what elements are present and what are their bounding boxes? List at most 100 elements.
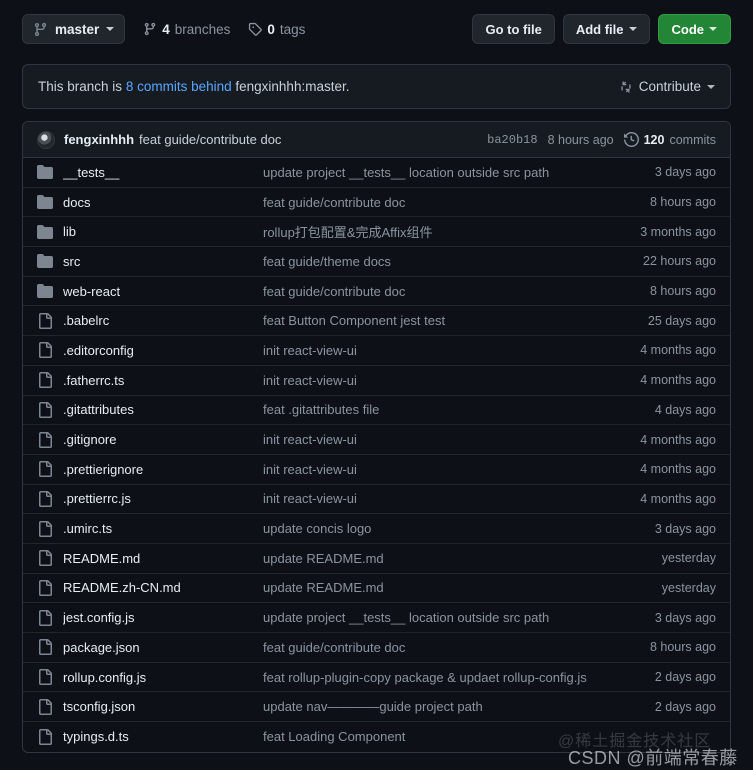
branch-selector-button[interactable]: master (22, 14, 126, 44)
latest-commit-header: fengxinhhh feat guide/contribute doc ba2… (23, 122, 730, 158)
file-name[interactable]: .prettierignore (63, 462, 263, 477)
file-icon (39, 579, 52, 596)
repo-toolbar: master 4 branches 0 tags Go to file Add … (0, 0, 753, 58)
go-to-file-button[interactable]: Go to file (472, 14, 555, 44)
code-button[interactable]: Code (657, 14, 731, 44)
table-row[interactable]: typings.d.ts feat Loading Component (23, 722, 730, 752)
table-row[interactable]: lib rollup打包配置&完成Affix组件 3 months ago (23, 217, 730, 248)
commit-message[interactable]: feat guide/contribute doc (263, 284, 650, 299)
folder-icon (37, 224, 53, 239)
toolbar-actions: Go to file Add file Code (472, 14, 731, 44)
branch-icon (145, 22, 156, 36)
file-name[interactable]: .editorconfig (63, 343, 263, 358)
file-name[interactable]: README.md (63, 551, 263, 566)
file-name[interactable]: rollup.config.js (63, 670, 263, 685)
commit-message[interactable]: feat Button Component jest test (263, 313, 648, 328)
table-row[interactable]: docs feat guide/contribute doc 8 hours ago (23, 188, 730, 218)
commits-count-link[interactable]: 120 commits (623, 132, 716, 147)
chevron-down-icon (707, 84, 715, 89)
commit-message[interactable]: feat .gitattributes file (263, 402, 655, 417)
file-name[interactable]: typings.d.ts (63, 729, 263, 744)
table-row[interactable]: package.json feat guide/contribute doc 8 h… (23, 633, 730, 663)
pull-request-icon (621, 80, 631, 93)
contribute-button[interactable]: Contribute (619, 79, 715, 94)
file-name[interactable]: jest.config.js (63, 610, 263, 625)
file-name[interactable]: .gitattributes (63, 402, 263, 417)
file-name[interactable]: package.json (63, 640, 263, 655)
file-name[interactable]: lib (63, 224, 263, 239)
commit-message[interactable]: feat rollup-plugin-copy package & updaet… (263, 670, 655, 685)
file-name[interactable]: .prettierrc.js (63, 491, 263, 506)
commit-message[interactable]: rollup打包配置&完成Affix组件 (263, 222, 640, 241)
add-file-label: Add file (575, 21, 624, 37)
table-row[interactable]: src feat guide/theme docs 22 hours ago (23, 247, 730, 277)
table-row[interactable]: tsconfig.json update nav————guide project… (23, 692, 730, 723)
commit-message[interactable]: update nav————guide project path (263, 699, 655, 714)
commit-message[interactable]: feat guide/contribute doc (139, 132, 281, 147)
commit-author[interactable]: fengxinhhh (64, 132, 134, 147)
branch-status-banner: This branch is 8 commits behind fengxinh… (22, 64, 731, 109)
commit-message[interactable]: init react-view-ui (263, 343, 640, 358)
commits-behind-link[interactable]: 8 commits behind (126, 79, 232, 94)
file-icon (39, 550, 52, 567)
file-name[interactable]: docs (63, 195, 263, 210)
file-icon (39, 342, 52, 359)
file-icon (39, 401, 52, 418)
table-row[interactable]: web-react feat guide/contribute doc 8 hour… (23, 277, 730, 307)
file-name[interactable]: src (63, 254, 263, 269)
file-name[interactable]: .fatherrc.ts (63, 373, 263, 388)
commit-message[interactable]: update project __tests__ location outsid… (263, 165, 655, 180)
chevron-down-icon (628, 27, 637, 31)
commit-meta: ba20b18 8 hours ago 120 commits (487, 132, 716, 147)
table-row[interactable]: .gitattributes feat .gitattributes file 4 … (23, 396, 730, 426)
commit-message[interactable]: update README.md (263, 551, 662, 566)
commit-age: 3 days ago (654, 610, 716, 625)
commit-message[interactable]: init react-view-ui (263, 432, 640, 447)
table-row[interactable]: .babelrc feat Button Component jest test 2… (23, 306, 730, 337)
table-row[interactable]: .umirc.ts update concis logo 3 days ago (23, 514, 730, 544)
commit-message[interactable]: feat guide/theme docs (263, 254, 643, 269)
table-row[interactable]: .prettierrc.js init react-view-ui 4 months… (23, 485, 730, 515)
file-name[interactable]: .gitignore (63, 432, 263, 447)
file-name[interactable]: .babelrc (63, 313, 263, 328)
commit-message[interactable]: feat guide/contribute doc (263, 195, 650, 210)
commit-age: 22 hours ago (643, 254, 716, 269)
table-row[interactable]: .prettierignore init react-view-ui 4 month… (23, 455, 730, 485)
commit-message[interactable]: update concis logo (263, 521, 655, 536)
commit-message[interactable]: init react-view-ui (263, 462, 640, 477)
table-row[interactable]: __tests__ update project __tests__ locati… (23, 158, 730, 188)
commit-message[interactable]: update project __tests__ location outsid… (263, 610, 655, 625)
branch-icon (34, 22, 47, 36)
commit-age: 25 days ago (647, 313, 716, 328)
table-row[interactable]: .editorconfig init react-view-ui 4 months … (23, 336, 730, 366)
table-row[interactable]: .fatherrc.ts init react-view-ui 4 months a… (23, 366, 730, 396)
commit-age: 4 months ago (640, 373, 716, 388)
commit-message[interactable]: init react-view-ui (263, 491, 640, 506)
commit-message[interactable]: feat guide/contribute doc (263, 640, 650, 655)
commit-message[interactable]: init react-view-ui (263, 373, 640, 388)
add-file-button[interactable]: Add file (562, 14, 650, 44)
file-name[interactable]: __tests__ (63, 165, 263, 180)
table-row[interactable]: .gitignore init react-view-ui 4 months ago (23, 425, 730, 455)
table-row[interactable]: rollup.config.js feat rollup-plugin-copy … (23, 663, 730, 693)
table-row[interactable]: README.md update README.md yesterday (23, 544, 730, 574)
commit-age: yesterday (661, 551, 716, 566)
file-table: fengxinhhh feat guide/contribute doc ba2… (22, 121, 731, 753)
commit-sha[interactable]: ba20b18 (487, 133, 537, 147)
folder-icon (37, 195, 53, 210)
branches-count-link[interactable]: 4 branches (143, 22, 230, 37)
commit-age: 4 months ago (640, 343, 716, 358)
file-name[interactable]: tsconfig.json (63, 699, 263, 714)
chevron-down-icon (106, 27, 115, 31)
table-row[interactable]: README.zh-CN.md update README.md yesterday (23, 574, 730, 604)
commit-message[interactable]: update README.md (263, 580, 662, 595)
commit-message[interactable]: feat Loading Component (263, 729, 716, 744)
tags-label: tags (279, 21, 306, 37)
table-row[interactable]: jest.config.js update project __tests__ l… (23, 603, 730, 633)
file-name[interactable]: README.zh-CN.md (63, 580, 263, 595)
file-icon (39, 490, 52, 507)
file-name[interactable]: .umirc.ts (63, 521, 263, 536)
commit-age: 3 days ago (654, 521, 716, 536)
tags-count-link[interactable]: 0 tags (248, 22, 305, 37)
file-name[interactable]: web-react (63, 284, 263, 299)
